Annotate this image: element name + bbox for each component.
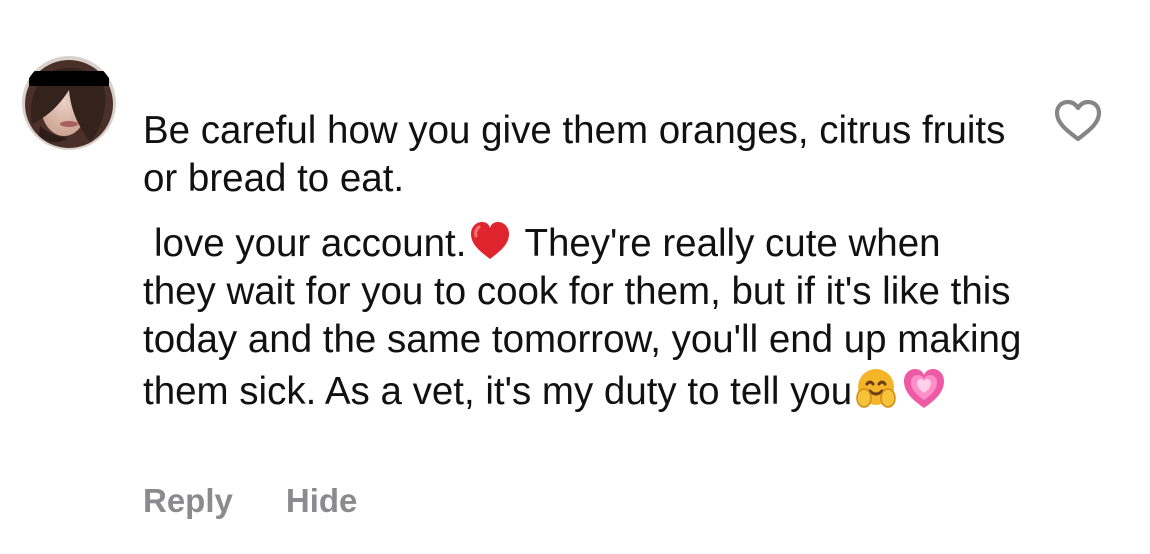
user-avatar[interactable] <box>22 56 116 150</box>
like-heart-button[interactable] <box>1052 98 1104 144</box>
growing-heart-icon <box>900 364 948 412</box>
comment-body: Be careful how you give them oranges, ci… <box>143 107 1023 416</box>
hide-button[interactable]: Hide <box>286 479 358 523</box>
comment-actions: Reply Hide <box>143 479 357 523</box>
red-heart-icon <box>466 216 514 264</box>
comment-paragraph-two: love your account. They're really cute w… <box>143 216 1023 416</box>
comment-paragraph-one: Be careful how you give them oranges, ci… <box>143 109 1006 200</box>
avatar-photo <box>22 56 116 150</box>
comment-paragraph-two-start: love your account. <box>154 222 467 265</box>
reply-button[interactable]: Reply <box>143 479 233 523</box>
comment-screen: Be careful how you give them oranges, ci… <box>0 0 1150 554</box>
hugging-face-icon <box>852 364 900 412</box>
heart-outline-icon <box>1054 99 1102 142</box>
